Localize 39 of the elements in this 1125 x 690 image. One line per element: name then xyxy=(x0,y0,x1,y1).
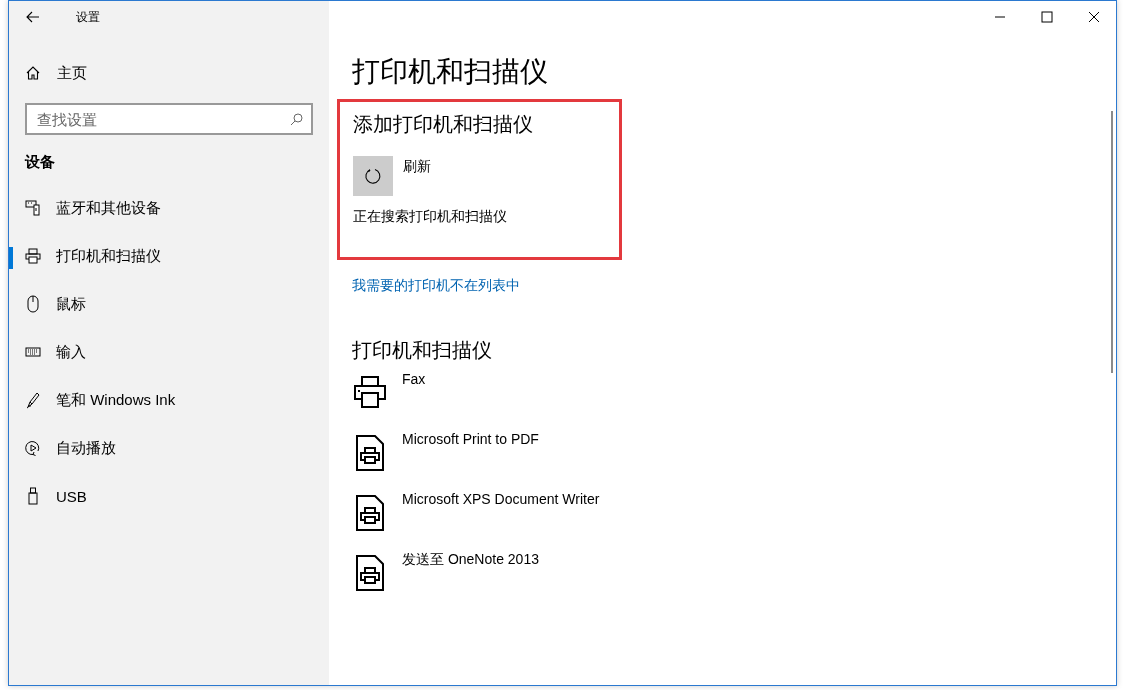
sidebar-item[interactable]: 鼠标 xyxy=(9,280,329,328)
printer-icon xyxy=(352,375,388,409)
close-button[interactable] xyxy=(1088,11,1100,23)
printer-item[interactable]: Microsoft XPS Document Writer xyxy=(352,490,600,550)
page-title: 打印机和扫描仪 xyxy=(352,55,548,89)
window-title: 设置 xyxy=(76,8,100,26)
search-icon xyxy=(290,113,303,126)
printer-name: Fax xyxy=(402,371,426,387)
sidebar-item[interactable]: 输入 xyxy=(9,328,329,376)
search-field[interactable]: 查找设置 xyxy=(25,103,313,135)
section-heading: 添加打印机和扫描仪 xyxy=(353,112,534,137)
sidebar-item[interactable]: USB xyxy=(9,472,329,520)
printer-item[interactable]: Fax xyxy=(352,370,426,430)
devices-icon xyxy=(25,199,41,217)
printer-icon xyxy=(25,247,41,265)
refresh-icon xyxy=(364,167,382,185)
missing-printer-link[interactable]: 我需要的打印机不在列表中 xyxy=(352,277,520,295)
scrollbar[interactable] xyxy=(1111,111,1113,373)
maximize-button[interactable] xyxy=(1041,11,1053,23)
section-heading: 设备 xyxy=(25,153,55,172)
home-link[interactable]: 主页 xyxy=(25,63,87,83)
printer-name: 发送至 OneNote 2013 xyxy=(402,551,539,569)
autoplay-icon xyxy=(25,439,41,457)
sidebar-item[interactable]: 自动播放 xyxy=(9,424,329,472)
refresh-label: 刷新 xyxy=(403,158,431,176)
printer-item[interactable]: Microsoft Print to PDF xyxy=(352,430,539,490)
pen-icon xyxy=(25,391,41,409)
printer-name: Microsoft Print to PDF xyxy=(402,431,539,447)
mouse-icon xyxy=(25,295,41,313)
sidebar-item[interactable]: 笔和 Windows Ink xyxy=(9,376,329,424)
usb-drive-icon xyxy=(25,487,41,505)
back-arrow-icon[interactable] xyxy=(26,11,40,23)
printer-name: Microsoft XPS Document Writer xyxy=(402,491,600,507)
sidebar-item[interactable]: 蓝牙和其他设备 xyxy=(9,184,329,232)
printer-item[interactable]: 发送至 OneNote 2013 xyxy=(352,550,539,610)
section-heading: 打印机和扫描仪 xyxy=(352,338,492,363)
home-icon xyxy=(25,65,41,81)
search-status: 正在搜索打印机和扫描仪 xyxy=(353,208,508,226)
refresh-button[interactable] xyxy=(353,156,393,196)
